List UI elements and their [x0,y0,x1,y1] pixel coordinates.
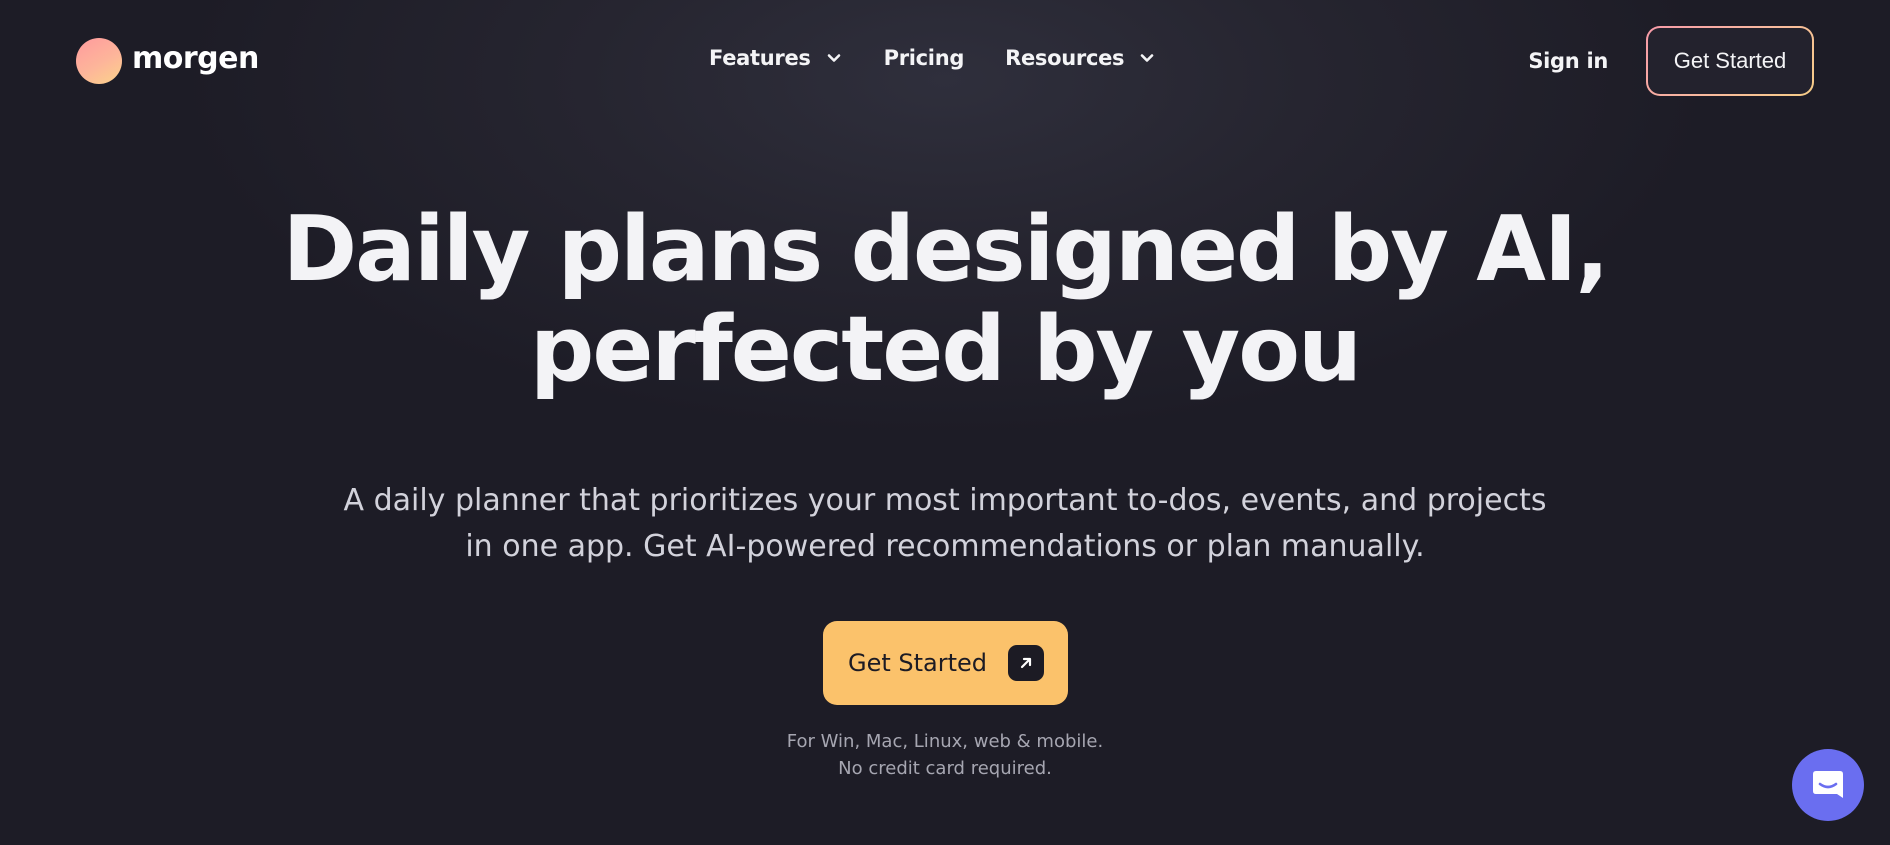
hero-subtitle: A daily planner that prioritizes your mo… [0,478,1890,570]
hero-subtitle-line-1: A daily planner that prioritizes your mo… [343,483,1547,518]
hero-heading: Daily plans designed by AI, perfected by… [0,200,1890,400]
cta-label: Get Started [848,649,988,677]
nav-menu: Features Pricing Resources [709,46,1197,70]
top-navigation: morgen Features Pricing Resources Sign i… [0,0,1890,124]
brand-name: morgen [132,40,259,76]
morgen-logo-icon [76,38,122,84]
hero-get-started-button[interactable]: Get Started [823,621,1068,705]
chat-widget-button[interactable] [1792,749,1864,821]
nav-item-label: Resources [1005,46,1125,70]
landing-page: morgen Features Pricing Resources Sign i… [0,0,1890,845]
platform-note-line-2: No credit card required. [838,758,1052,779]
nav-item-label: Pricing [883,46,965,70]
platform-note-line-1: For Win, Mac, Linux, web & mobile. [786,731,1104,752]
nav-item-label: Features [709,46,811,70]
nav-item-resources[interactable]: Resources [1005,46,1156,70]
brand-logo-link[interactable]: morgen [76,38,259,84]
header-get-started-button[interactable]: Get Started [1646,26,1814,96]
sign-in-link[interactable]: Sign in [1528,49,1608,73]
nav-item-features[interactable]: Features [709,46,843,70]
header-get-started-label: Get Started [1648,28,1812,94]
nav-item-pricing[interactable]: Pricing [883,46,965,70]
platform-note: For Win, Mac, Linux, web & mobile. No cr… [0,728,1890,782]
hero-subtitle-line-2: in one app. Get AI-powered recommendatio… [465,529,1425,564]
nav-actions: Sign in Get Started [1528,26,1814,96]
chevron-down-icon [827,54,840,62]
hero-heading-line-1: Daily plans designed by AI, [282,197,1609,302]
chevron-down-icon [1140,54,1154,62]
hero-heading-line-2: perfected by you [529,297,1362,402]
chat-bubble-icon [1813,771,1843,798]
arrow-up-right-icon [1008,645,1044,681]
